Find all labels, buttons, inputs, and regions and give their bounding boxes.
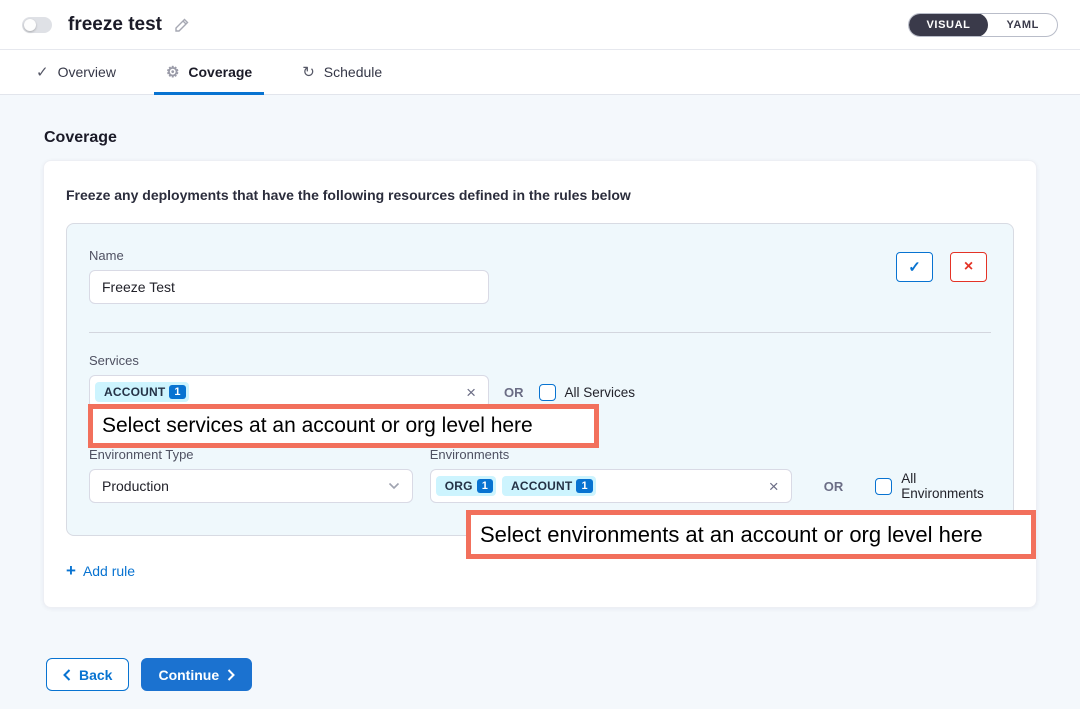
tab-overview[interactable]: ✓ Overview: [24, 50, 128, 94]
environments-clear-icon[interactable]: ×: [769, 478, 779, 495]
page-header: freeze test VISUAL YAML: [0, 0, 1080, 50]
environment-type-value: Production: [102, 478, 169, 494]
plus-icon: +: [66, 562, 76, 579]
tab-schedule[interactable]: ↻ Schedule: [290, 50, 394, 94]
tab-schedule-label: Schedule: [324, 64, 382, 80]
services-clear-icon[interactable]: ×: [466, 384, 476, 401]
service-tag-label: ACCOUNT: [104, 385, 165, 399]
rule-panel: Name ✓ × Services ACCOUNT 1 ×: [66, 223, 1014, 536]
environment-tag-count-badge: 1: [477, 479, 493, 493]
environment-type-label: Environment Type: [89, 447, 413, 462]
rule-divider: [89, 332, 991, 333]
visual-yaml-toggle: VISUAL YAML: [908, 13, 1059, 37]
wizard-footer: Back Continue: [46, 658, 1080, 691]
add-rule-label: Add rule: [83, 563, 135, 579]
environment-tag[interactable]: ORG 1: [436, 476, 496, 496]
continue-button[interactable]: Continue: [141, 658, 252, 691]
services-annotation-callout: Select services at an account or org lev…: [88, 404, 599, 448]
name-label: Name: [89, 248, 489, 263]
gear-icon: ⚙: [166, 63, 179, 81]
environment-tag-label: ORG: [445, 479, 473, 493]
continue-button-label: Continue: [158, 667, 219, 683]
tab-bar: ✓ Overview ⚙ Coverage ↻ Schedule: [0, 50, 1080, 95]
chevron-left-icon: [63, 669, 71, 681]
services-label: Services: [89, 353, 991, 368]
service-tag-count-badge: 1: [169, 385, 185, 399]
tab-overview-label: Overview: [58, 64, 116, 80]
add-rule-button[interactable]: + Add rule: [66, 562, 135, 579]
check-icon: ✓: [36, 63, 49, 81]
all-services-label: All Services: [565, 385, 636, 400]
all-environments-label: All Environments: [901, 471, 991, 501]
rule-name-input[interactable]: [89, 270, 489, 304]
visual-toggle-option[interactable]: VISUAL: [909, 13, 989, 37]
back-button-label: Back: [79, 667, 112, 683]
tab-coverage[interactable]: ⚙ Coverage: [154, 50, 264, 94]
environments-label: Environments: [430, 447, 792, 462]
all-services-checkbox[interactable]: [539, 384, 556, 401]
back-button[interactable]: Back: [46, 658, 129, 691]
environments-or-label: OR: [824, 469, 844, 503]
all-environments-checkbox[interactable]: [875, 478, 892, 495]
tab-coverage-label: Coverage: [188, 64, 252, 80]
chevron-down-icon: [388, 482, 400, 490]
confirm-rule-button[interactable]: ✓: [896, 252, 933, 282]
delete-rule-button[interactable]: ×: [950, 252, 987, 282]
close-icon: ×: [964, 258, 973, 276]
page-title: Coverage: [44, 129, 1080, 147]
freeze-title: freeze test: [68, 14, 162, 36]
service-tag[interactable]: ACCOUNT 1: [95, 382, 189, 402]
environment-tag[interactable]: ACCOUNT 1: [502, 476, 596, 496]
schedule-clock-icon: ↻: [302, 63, 315, 81]
chevron-right-icon: [227, 669, 235, 681]
environment-tag-label: ACCOUNT: [511, 479, 572, 493]
yaml-toggle-option[interactable]: YAML: [988, 13, 1057, 37]
environment-type-select[interactable]: Production: [89, 469, 413, 503]
toggle-knob: [24, 19, 36, 31]
edit-pencil-icon[interactable]: [174, 17, 190, 33]
environments-annotation-callout: Select environments at an account or org…: [466, 510, 1036, 559]
all-environments-option[interactable]: All Environments: [875, 469, 991, 503]
freeze-enable-toggle[interactable]: [22, 17, 52, 33]
check-icon: ✓: [908, 258, 921, 276]
coverage-description: Freeze any deployments that have the fol…: [66, 187, 1014, 203]
environment-tag-count-badge: 1: [576, 479, 592, 493]
environments-multiselect[interactable]: ORG 1 ACCOUNT 1 ×: [430, 469, 792, 503]
